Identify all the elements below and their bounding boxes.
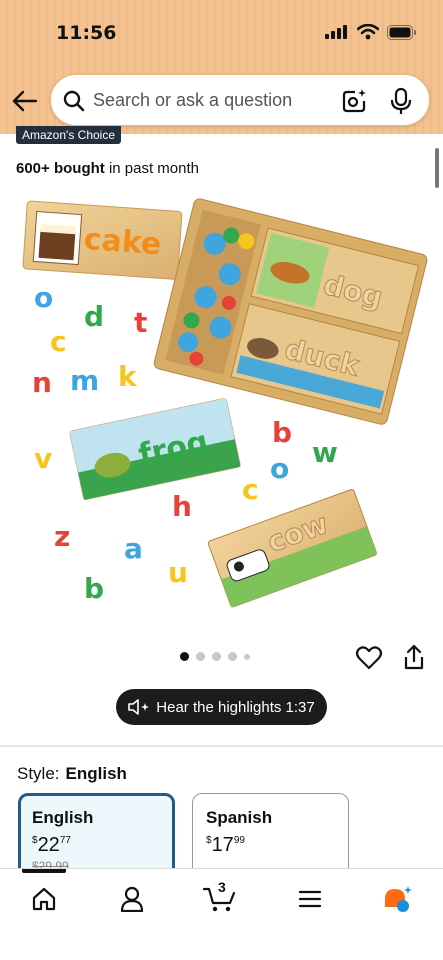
bought-count-line: 600+ bought in past month xyxy=(16,160,199,177)
letter-c2: c xyxy=(242,473,259,506)
price-fraction: 77 xyxy=(59,835,71,847)
style-selected-value: English xyxy=(65,764,127,783)
price-whole: 22 xyxy=(37,834,60,856)
search-icon xyxy=(63,90,85,112)
letter-o: o xyxy=(34,281,53,314)
price-whole: 17 xyxy=(211,834,234,856)
status-icons xyxy=(325,24,417,40)
share-button[interactable] xyxy=(402,643,426,671)
search-box[interactable]: Search or ask a question xyxy=(50,74,430,126)
top-header: 11:56 Search or ask a question xyxy=(0,0,443,134)
option-name: English xyxy=(32,808,94,827)
cow-board: cow xyxy=(207,489,378,608)
frog-board: frog xyxy=(69,398,241,500)
cake-board: cake xyxy=(22,200,183,280)
heart-icon xyxy=(355,646,383,670)
voice-search-button[interactable] xyxy=(389,87,413,115)
style-selector-label: Style: English xyxy=(17,764,127,784)
cellular-signal-icon xyxy=(325,25,347,39)
letter-v: v xyxy=(34,442,52,475)
status-bar: 11:56 xyxy=(0,0,443,66)
carousel-dot-5[interactable] xyxy=(244,653,250,660)
search-input[interactable]: Search or ask a question xyxy=(93,90,292,111)
scrollbar[interactable] xyxy=(435,148,439,188)
option-price: $1799 xyxy=(206,834,348,857)
price-fraction: 99 xyxy=(233,835,245,847)
carousel-dot-1[interactable] xyxy=(180,652,189,661)
nav-rufus[interactable] xyxy=(376,883,420,915)
home-icon xyxy=(32,887,56,911)
wifi-icon xyxy=(357,24,379,40)
bought-count: 600+ bought xyxy=(16,160,105,177)
status-time: 11:56 xyxy=(56,22,117,44)
person-icon xyxy=(120,886,144,912)
nav-account[interactable] xyxy=(110,883,154,915)
letter-d: d xyxy=(84,300,104,333)
cart-count: 3 xyxy=(218,879,226,895)
back-arrow-icon xyxy=(12,90,38,112)
letter-u: u xyxy=(168,556,188,589)
option-name: Spanish xyxy=(206,808,273,827)
option-price: $2277 xyxy=(32,834,172,857)
wishlist-button[interactable] xyxy=(355,644,383,672)
letter-k: k xyxy=(118,360,138,393)
letter-n: n xyxy=(32,366,52,399)
product-image[interactable]: cake dog duck frog cow o d t c n m k v z… xyxy=(0,194,443,634)
camera-sparkle-icon xyxy=(342,89,366,113)
camera-search-button[interactable] xyxy=(341,88,367,114)
letter-w: w xyxy=(312,436,338,469)
letter-o2: o xyxy=(270,452,289,485)
letter-c: c xyxy=(50,325,67,358)
carousel-dots[interactable] xyxy=(180,652,250,661)
letter-h: h xyxy=(172,490,192,523)
search-row: Search or ask a question xyxy=(0,74,443,126)
carousel-dot-4[interactable] xyxy=(228,652,237,661)
hear-highlights-button[interactable]: Hear the highlights 1:37 xyxy=(116,689,327,725)
nav-active-indicator xyxy=(22,869,66,873)
nav-menu[interactable] xyxy=(288,883,332,915)
rufus-assistant-icon xyxy=(385,886,412,912)
amazons-choice-badge: Amazon's Choice xyxy=(16,126,121,144)
letter-a: a xyxy=(124,532,143,565)
nav-home[interactable] xyxy=(22,883,66,915)
letter-box: dog duck xyxy=(153,198,428,425)
style-label: Style: xyxy=(17,764,60,783)
speaker-sparkle-icon xyxy=(128,699,150,715)
bottom-nav: 3 xyxy=(0,868,443,960)
hamburger-menu-icon xyxy=(298,890,322,908)
bought-suffix: in past month xyxy=(108,160,199,177)
carousel-dot-3[interactable] xyxy=(212,652,221,661)
carousel-dot-2[interactable] xyxy=(196,652,205,661)
microphone-icon xyxy=(390,87,412,114)
letter-b: b xyxy=(84,572,104,605)
letter-z: z xyxy=(54,520,70,553)
back-button[interactable] xyxy=(10,86,40,116)
puzzle-word-cake: cake xyxy=(83,222,163,262)
letter-t: t xyxy=(134,306,147,339)
battery-icon xyxy=(387,24,416,40)
price-symbol: $ xyxy=(206,835,212,847)
price-symbol: $ xyxy=(32,835,38,847)
share-icon xyxy=(404,644,424,670)
letter-b2: b xyxy=(272,416,292,449)
hear-highlights-label: Hear the highlights 1:37 xyxy=(156,698,315,716)
section-divider xyxy=(0,745,443,747)
letter-m: m xyxy=(70,364,99,397)
